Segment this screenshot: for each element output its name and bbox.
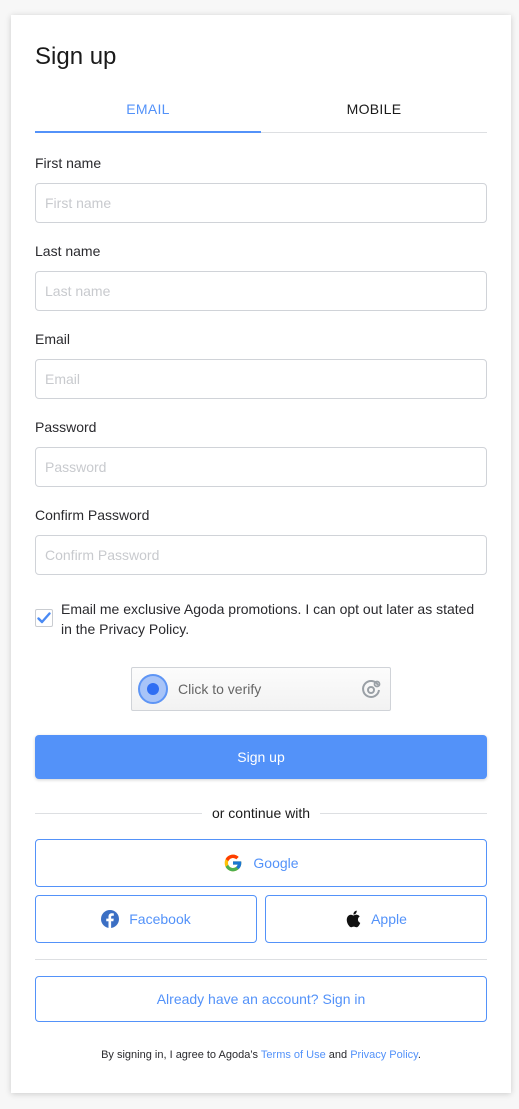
apple-button[interactable]: Apple xyxy=(265,895,487,943)
captcha-indicator-icon xyxy=(138,674,168,704)
promo-opt-in: Email me exclusive Agoda promotions. I c… xyxy=(35,599,487,639)
facebook-label: Facebook xyxy=(129,911,191,927)
terms-link[interactable]: Terms of Use xyxy=(261,1049,326,1061)
google-label: Google xyxy=(253,855,299,871)
first-name-input[interactable] xyxy=(35,183,487,223)
legal-middle: and xyxy=(325,1049,351,1061)
legal-text: By signing in, I agree to Agoda’s Terms … xyxy=(35,1049,487,1061)
password-input[interactable] xyxy=(35,447,487,487)
apple-label: Apple xyxy=(371,911,407,927)
signup-tabs: EMAIL MOBILE xyxy=(35,97,487,133)
first-name-field: First name xyxy=(35,155,487,223)
divider-text: or continue with xyxy=(211,805,311,821)
divider-line xyxy=(35,812,202,814)
confirm-password-field: Confirm Password xyxy=(35,507,487,575)
google-button[interactable]: Google xyxy=(35,839,487,887)
facebook-icon xyxy=(101,910,120,928)
first-name-label: First name xyxy=(35,155,102,171)
last-name-label: Last name xyxy=(35,243,101,259)
checkmark-icon xyxy=(37,612,51,624)
privacy-link[interactable]: Privacy Policy xyxy=(350,1049,418,1061)
captcha-logo-icon xyxy=(362,680,381,698)
tab-mobile[interactable]: MOBILE xyxy=(261,97,487,132)
divider-line xyxy=(320,812,487,814)
signin-label: Already have an account? Sign in xyxy=(156,991,366,1007)
section-separator xyxy=(35,959,487,960)
captcha-verify[interactable]: Click to verify xyxy=(131,667,391,711)
signin-button[interactable]: Already have an account? Sign in xyxy=(35,976,487,1022)
google-icon xyxy=(223,853,243,873)
continue-divider: or continue with xyxy=(35,803,487,823)
email-label: Email xyxy=(35,331,71,347)
apple-icon xyxy=(345,910,361,928)
email-field: Email xyxy=(35,331,487,399)
promo-checkbox[interactable] xyxy=(35,609,53,627)
password-field: Password xyxy=(35,419,487,487)
captcha-label: Click to verify xyxy=(178,681,262,697)
legal-prefix: By signing in, I agree to Agoda’s xyxy=(101,1049,261,1061)
legal-suffix: . xyxy=(417,1049,421,1061)
signup-card: Sign up EMAIL MOBILE First name Last nam… xyxy=(11,15,511,1093)
page-title: Sign up xyxy=(35,43,117,70)
tab-email[interactable]: EMAIL xyxy=(35,97,261,133)
promo-text: Email me exclusive Agoda promotions. I c… xyxy=(61,601,475,637)
signup-button[interactable]: Sign up xyxy=(35,735,487,779)
facebook-button[interactable]: Facebook xyxy=(35,895,257,943)
last-name-field: Last name xyxy=(35,243,487,311)
password-label: Password xyxy=(35,419,97,435)
email-input[interactable] xyxy=(35,359,487,399)
confirm-password-input[interactable] xyxy=(35,535,487,575)
confirm-password-label: Confirm Password xyxy=(35,507,150,523)
last-name-input[interactable] xyxy=(35,271,487,311)
